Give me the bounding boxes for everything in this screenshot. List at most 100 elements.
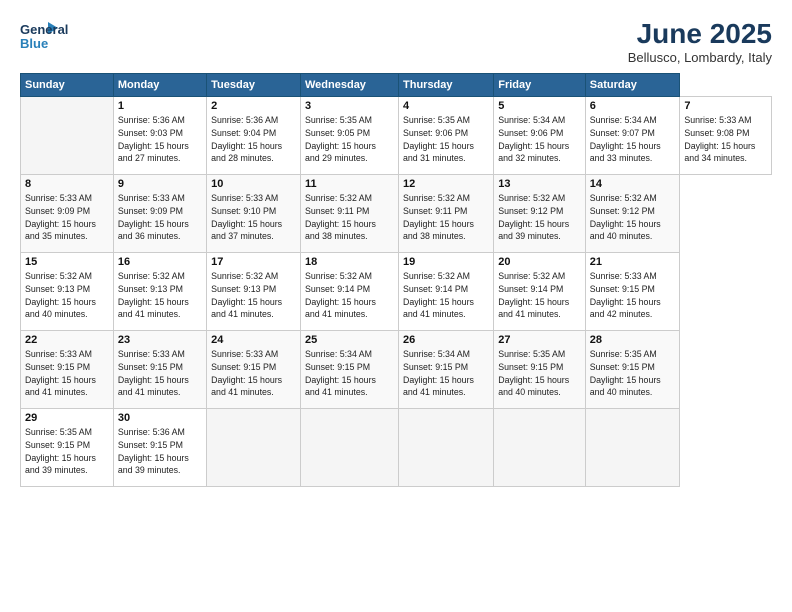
day-cell: 14 Sunrise: 5:32 AMSunset: 9:12 PMDayligh… — [585, 175, 680, 253]
day-cell: 27Sunrise: 5:35 AMSunset: 9:15 PMDayligh… — [494, 331, 586, 409]
week-row-5: 29 Sunrise: 5:35 AMSunset: 9:15 PMDayligh… — [21, 409, 772, 487]
day-info: Sunrise: 5:35 AMSunset: 9:15 PMDaylight:… — [25, 426, 109, 477]
day-info: Sunrise: 5:35 AMSunset: 9:15 PMDaylight:… — [590, 348, 676, 399]
day-info: Sunrise: 5:32 AMSunset: 9:14 PMDaylight:… — [305, 270, 394, 321]
day-number: 16 — [118, 256, 202, 268]
calendar-header-row: SundayMondayTuesdayWednesdayThursdayFrid… — [21, 74, 772, 97]
calendar-table: SundayMondayTuesdayWednesdayThursdayFrid… — [20, 73, 772, 487]
day-number: 28 — [590, 334, 676, 346]
day-cell: 15Sunrise: 5:32 AMSunset: 9:13 PMDayligh… — [21, 253, 114, 331]
col-header-saturday: Saturday — [585, 74, 680, 97]
day-info: Sunrise: 5:33 AMSunset: 9:15 PMDaylight:… — [211, 348, 296, 399]
day-cell — [585, 409, 680, 487]
logo: GeneralBlue — [20, 18, 70, 54]
day-cell: 30 Sunrise: 5:36 AMSunset: 9:15 PMDayligh… — [113, 409, 206, 487]
day-cell: 3 Sunrise: 5:35 AMSunset: 9:05 PMDaylight… — [301, 97, 399, 175]
day-info: Sunrise: 5:34 AMSunset: 9:15 PMDaylight:… — [305, 348, 394, 399]
day-number: 24 — [211, 334, 296, 346]
day-info: Sunrise: 5:34 AMSunset: 9:15 PMDaylight:… — [403, 348, 489, 399]
month-title: June 2025 — [628, 18, 772, 50]
day-number: 20 — [498, 256, 581, 268]
day-info: Sunrise: 5:32 AMSunset: 9:11 PMDaylight:… — [403, 192, 489, 243]
header: GeneralBlue June 2025 Bellusco, Lombardy… — [20, 18, 772, 65]
day-number: 22 — [25, 334, 109, 346]
day-number: 6 — [590, 100, 676, 112]
day-cell — [21, 97, 114, 175]
day-info: Sunrise: 5:32 AMSunset: 9:13 PMDaylight:… — [118, 270, 202, 321]
col-header-sunday: Sunday — [21, 74, 114, 97]
day-info: Sunrise: 5:32 AMSunset: 9:14 PMDaylight:… — [498, 270, 581, 321]
day-number: 21 — [590, 256, 676, 268]
day-number: 25 — [305, 334, 394, 346]
day-number: 4 — [403, 100, 489, 112]
day-cell: 22 Sunrise: 5:33 AMSunset: 9:15 PMDayligh… — [21, 331, 114, 409]
day-cell: 7Sunrise: 5:33 AMSunset: 9:08 PMDaylight… — [680, 97, 772, 175]
day-info: Sunrise: 5:35 AMSunset: 9:15 PMDaylight:… — [498, 348, 581, 399]
subtitle: Bellusco, Lombardy, Italy — [628, 50, 772, 65]
week-row-2: 8 Sunrise: 5:33 AMSunset: 9:09 PMDaylight… — [21, 175, 772, 253]
day-cell: 26 Sunrise: 5:34 AMSunset: 9:15 PMDayligh… — [399, 331, 494, 409]
week-row-3: 15 Sunrise: 5:32 AMSunset: 9:13 PMDayligh… — [21, 253, 772, 331]
day-number: 19 — [403, 256, 489, 268]
day-number: 26 — [403, 334, 489, 346]
day-info: Sunrise: 5:35 AMSunset: 9:05 PMDaylight:… — [305, 114, 394, 165]
day-cell: 23Sunrise: 5:33 AMSunset: 9:15 PMDayligh… — [113, 331, 206, 409]
day-cell: 1 Sunrise: 5:36 AMSunset: 9:03 PMDaylight… — [113, 97, 206, 175]
day-info: Sunrise: 5:33 AMSunset: 9:15 PMDaylight:… — [25, 348, 109, 399]
day-cell — [399, 409, 494, 487]
day-cell: 29 Sunrise: 5:35 AMSunset: 9:15 PMDayligh… — [21, 409, 114, 487]
day-info: Sunrise: 5:32 AMSunset: 9:12 PMDaylight:… — [498, 192, 581, 243]
day-info: Sunrise: 5:32 AMSunset: 9:12 PMDaylight:… — [590, 192, 676, 243]
day-number: 5 — [498, 100, 581, 112]
day-cell: 6 Sunrise: 5:34 AMSunset: 9:07 PMDaylight… — [585, 97, 680, 175]
day-number: 2 — [211, 100, 296, 112]
day-info: Sunrise: 5:36 AMSunset: 9:04 PMDaylight:… — [211, 114, 296, 165]
day-number: 30 — [118, 412, 202, 424]
day-number: 15 — [25, 256, 109, 268]
day-cell: 24 Sunrise: 5:33 AMSunset: 9:15 PMDayligh… — [207, 331, 301, 409]
day-info: Sunrise: 5:36 AMSunset: 9:03 PMDaylight:… — [118, 114, 202, 165]
day-info: Sunrise: 5:36 AMSunset: 9:15 PMDaylight:… — [118, 426, 202, 477]
day-cell: 8 Sunrise: 5:33 AMSunset: 9:09 PMDaylight… — [21, 175, 114, 253]
col-header-friday: Friday — [494, 74, 586, 97]
day-info: Sunrise: 5:32 AMSunset: 9:11 PMDaylight:… — [305, 192, 394, 243]
svg-text:Blue: Blue — [20, 36, 48, 51]
day-number: 13 — [498, 178, 581, 190]
title-area: June 2025 Bellusco, Lombardy, Italy — [628, 18, 772, 65]
day-cell: 2 Sunrise: 5:36 AMSunset: 9:04 PMDaylight… — [207, 97, 301, 175]
day-number: 29 — [25, 412, 109, 424]
day-info: Sunrise: 5:34 AMSunset: 9:06 PMDaylight:… — [498, 114, 581, 165]
day-info: Sunrise: 5:33 AMSunset: 9:09 PMDaylight:… — [25, 192, 109, 243]
day-cell — [301, 409, 399, 487]
day-cell: 20 Sunrise: 5:32 AMSunset: 9:14 PMDayligh… — [494, 253, 586, 331]
day-number: 17 — [211, 256, 296, 268]
day-info: Sunrise: 5:33 AMSunset: 9:10 PMDaylight:… — [211, 192, 296, 243]
day-cell — [207, 409, 301, 487]
day-cell: 5 Sunrise: 5:34 AMSunset: 9:06 PMDaylight… — [494, 97, 586, 175]
day-info: Sunrise: 5:33 AMSunset: 9:08 PMDaylight:… — [684, 114, 767, 165]
day-cell: 12 Sunrise: 5:32 AMSunset: 9:11 PMDayligh… — [399, 175, 494, 253]
day-number: 10 — [211, 178, 296, 190]
day-info: Sunrise: 5:33 AMSunset: 9:09 PMDaylight:… — [118, 192, 202, 243]
day-info: Sunrise: 5:32 AMSunset: 9:13 PMDaylight:… — [211, 270, 296, 321]
day-cell: 16 Sunrise: 5:32 AMSunset: 9:13 PMDayligh… — [113, 253, 206, 331]
svg-text:General: General — [20, 22, 68, 37]
day-cell: 11Sunrise: 5:32 AMSunset: 9:11 PMDayligh… — [301, 175, 399, 253]
day-cell: 18 Sunrise: 5:32 AMSunset: 9:14 PMDayligh… — [301, 253, 399, 331]
day-info: Sunrise: 5:33 AMSunset: 9:15 PMDaylight:… — [118, 348, 202, 399]
day-cell — [494, 409, 586, 487]
day-info: Sunrise: 5:34 AMSunset: 9:07 PMDaylight:… — [590, 114, 676, 165]
day-number: 1 — [118, 100, 202, 112]
day-number: 8 — [25, 178, 109, 190]
page: GeneralBlue June 2025 Bellusco, Lombardy… — [0, 0, 792, 612]
week-row-4: 22 Sunrise: 5:33 AMSunset: 9:15 PMDayligh… — [21, 331, 772, 409]
day-number: 3 — [305, 100, 394, 112]
day-cell: 25 Sunrise: 5:34 AMSunset: 9:15 PMDayligh… — [301, 331, 399, 409]
day-number: 12 — [403, 178, 489, 190]
day-cell: 9Sunrise: 5:33 AMSunset: 9:09 PMDaylight… — [113, 175, 206, 253]
day-number: 14 — [590, 178, 676, 190]
day-info: Sunrise: 5:35 AMSunset: 9:06 PMDaylight:… — [403, 114, 489, 165]
logo-svg: GeneralBlue — [20, 18, 70, 54]
day-cell: 28 Sunrise: 5:35 AMSunset: 9:15 PMDayligh… — [585, 331, 680, 409]
day-number: 18 — [305, 256, 394, 268]
